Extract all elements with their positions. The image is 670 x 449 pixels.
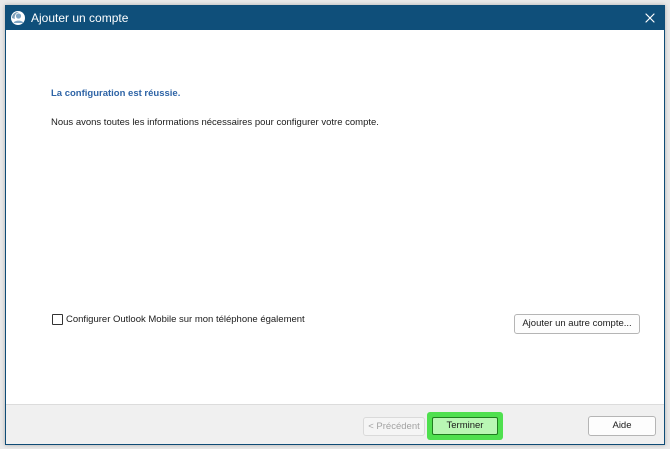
title-bar[interactable]: Ajouter un compte — [6, 6, 664, 30]
close-icon[interactable] — [642, 10, 658, 26]
window-title: Ajouter un compte — [31, 11, 129, 25]
outlook-mobile-option[interactable]: Configurer Outlook Mobile sur mon téléph… — [52, 312, 305, 326]
success-description: Nous avons toutes les informations néces… — [51, 117, 379, 128]
previous-button[interactable]: < Précédent — [363, 417, 425, 436]
outlook-account-icon — [10, 10, 26, 26]
success-heading: La configuration est réussie. — [51, 88, 181, 99]
dialog-footer: < Précédent Terminer Aide — [6, 404, 664, 444]
outlook-mobile-checkbox[interactable] — [52, 313, 63, 325]
outlook-mobile-label: Configurer Outlook Mobile sur mon téléph… — [66, 313, 305, 325]
help-button[interactable]: Aide — [588, 416, 656, 436]
add-account-dialog: Ajouter un compte La configuration est r… — [5, 5, 665, 445]
add-another-account-button[interactable]: Ajouter un autre compte... — [514, 314, 640, 334]
dialog-content: La configuration est réussie. Nous avons… — [6, 30, 664, 404]
finish-button[interactable]: Terminer — [432, 417, 498, 435]
